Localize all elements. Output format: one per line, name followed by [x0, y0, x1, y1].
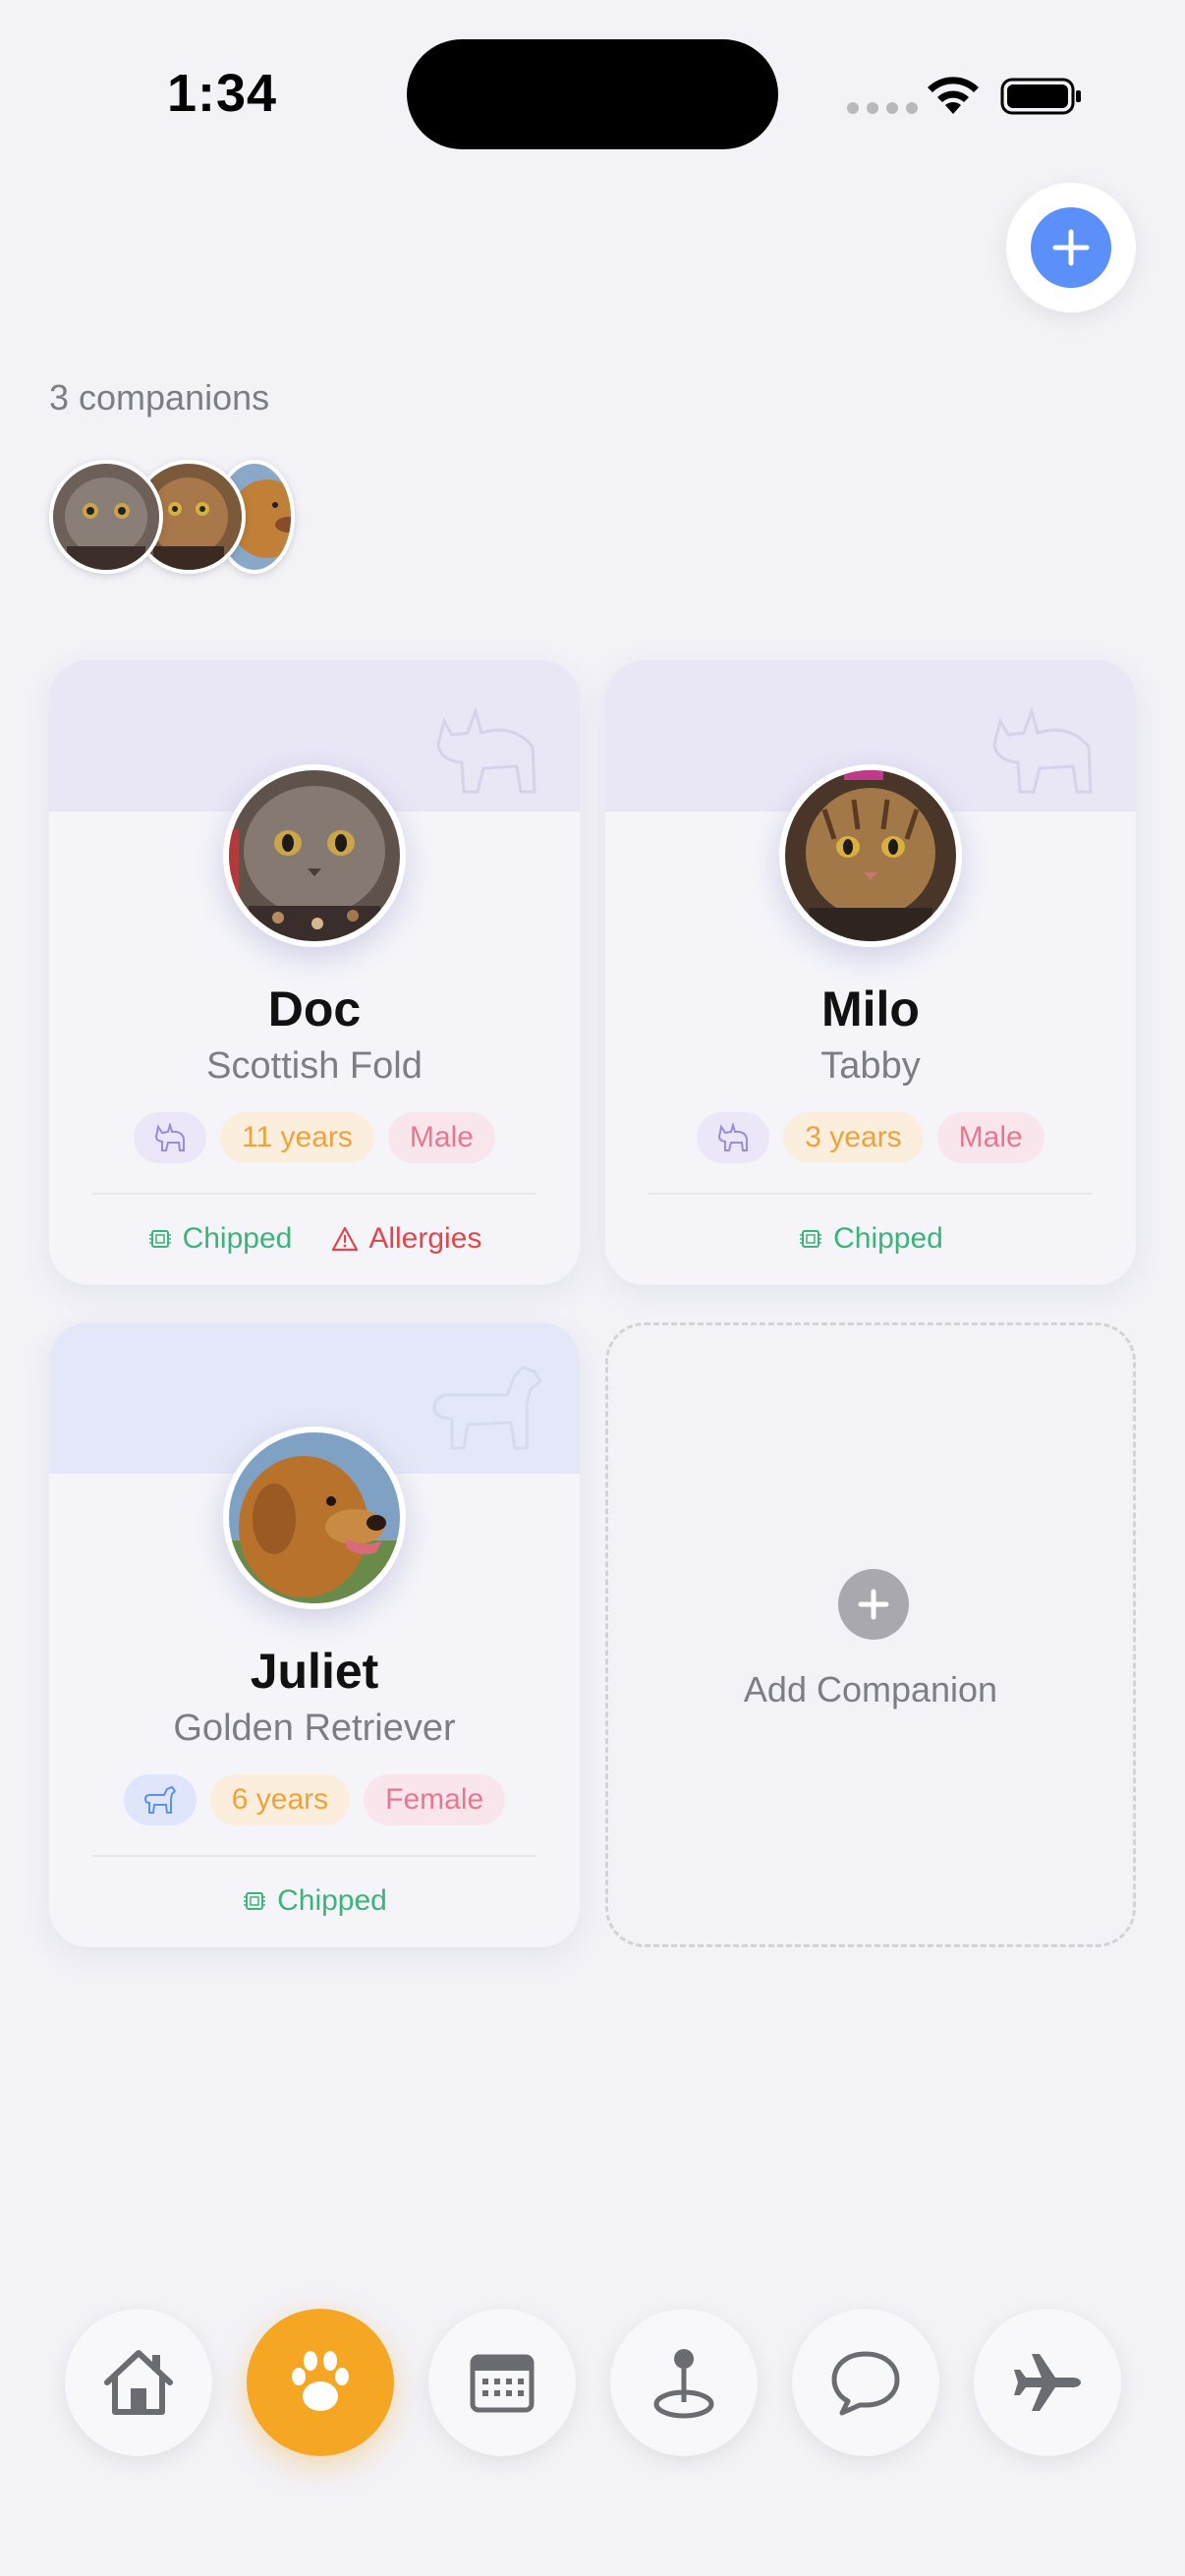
cat-silhouette-icon — [436, 706, 536, 794]
microchip-icon — [148, 1230, 171, 1248]
dog-icon — [123, 1774, 197, 1825]
plus-circle-icon — [838, 1569, 909, 1640]
tab-travel[interactable] — [974, 2309, 1121, 2456]
health-tags: Chipped Allergies — [49, 1222, 580, 1256]
tab-messages[interactable] — [792, 2309, 939, 2456]
companion-photo — [223, 1427, 406, 1609]
map-pin-icon — [653, 2349, 714, 2419]
age-pill: 11 years — [220, 1112, 374, 1163]
companion-breed: Scottish Fold — [206, 1045, 423, 1087]
sex-pill: Female — [364, 1774, 506, 1825]
chipped-tag: Chipped — [242, 1884, 387, 1918]
companion-card-milo[interactable]: Milo Tabby 3 years Male Chipped — [605, 660, 1136, 1285]
companion-card-juliet[interactable]: Juliet Golden Retriever 6 years Female C… — [49, 1322, 580, 1947]
status-bar: 1:34 — [0, 0, 1185, 187]
airplane-icon — [1014, 2354, 1081, 2411]
companion-name: Doc — [267, 981, 362, 1036]
companion-breed: Golden Retriever — [173, 1708, 456, 1749]
divider — [92, 1193, 536, 1195]
health-tags: Chipped — [605, 1222, 1136, 1256]
companion-count: 3 companions — [49, 377, 270, 418]
companion-chips: 6 years Female — [49, 1774, 580, 1825]
sex-pill: Male — [936, 1112, 1044, 1163]
divider — [92, 1855, 536, 1857]
companion-chips: 11 years Male — [49, 1112, 580, 1163]
add-companion-card[interactable]: Add Companion — [605, 1322, 1136, 1947]
add-companion-label: Add Companion — [743, 1669, 998, 1709]
cellular-signal-icon — [847, 102, 918, 114]
cat-icon — [697, 1112, 770, 1163]
chipped-label: Chipped — [277, 1884, 387, 1917]
calendar-icon — [470, 2354, 535, 2413]
add-companion-fab[interactable] — [1006, 183, 1136, 312]
tab-home[interactable] — [65, 2309, 212, 2456]
sex-pill: Male — [387, 1112, 495, 1163]
paw-icon — [292, 2351, 349, 2411]
tab-calendar[interactable] — [428, 2309, 576, 2456]
chipped-label: Chipped — [833, 1222, 943, 1255]
cat-silhouette-icon — [992, 706, 1093, 794]
battery-icon — [1000, 78, 1081, 115]
companion-breed: Tabby — [820, 1045, 921, 1087]
allergies-tag: Allergies — [331, 1222, 481, 1256]
dog-silhouette-icon — [432, 1366, 542, 1450]
allergies-label: Allergies — [368, 1222, 482, 1255]
tab-pets[interactable] — [247, 2309, 394, 2456]
plus-icon — [1031, 207, 1111, 288]
health-tags: Chipped — [49, 1884, 580, 1918]
chat-icon — [831, 2351, 900, 2416]
chipped-tag: Chipped — [798, 1222, 943, 1256]
bottom-tab-bar — [0, 2309, 1185, 2466]
companion-photo — [779, 764, 962, 947]
home-icon — [104, 2350, 173, 2415]
chipped-label: Chipped — [182, 1222, 293, 1255]
dynamic-island — [407, 39, 778, 149]
companion-chips: 3 years Male — [605, 1112, 1136, 1163]
divider — [649, 1193, 1093, 1195]
status-time: 1:34 — [167, 64, 278, 123]
microchip-icon — [800, 1230, 822, 1248]
companion-card-doc[interactable]: Doc Scottish Fold 11 years Male Chipped … — [49, 660, 580, 1285]
age-pill: 3 years — [783, 1112, 924, 1163]
chipped-tag: Chipped — [147, 1222, 293, 1256]
wifi-icon — [928, 77, 979, 114]
companion-name: Milo — [821, 981, 920, 1036]
avatar-doc[interactable] — [49, 460, 163, 574]
companion-photo — [223, 764, 406, 947]
age-pill: 6 years — [209, 1774, 351, 1825]
avatar-stack[interactable] — [49, 460, 344, 574]
companion-name: Juliet — [250, 1644, 379, 1699]
warning-icon — [332, 1226, 359, 1252]
microchip-icon — [244, 1892, 266, 1910]
tab-map[interactable] — [610, 2309, 758, 2456]
cat-icon — [134, 1112, 207, 1163]
